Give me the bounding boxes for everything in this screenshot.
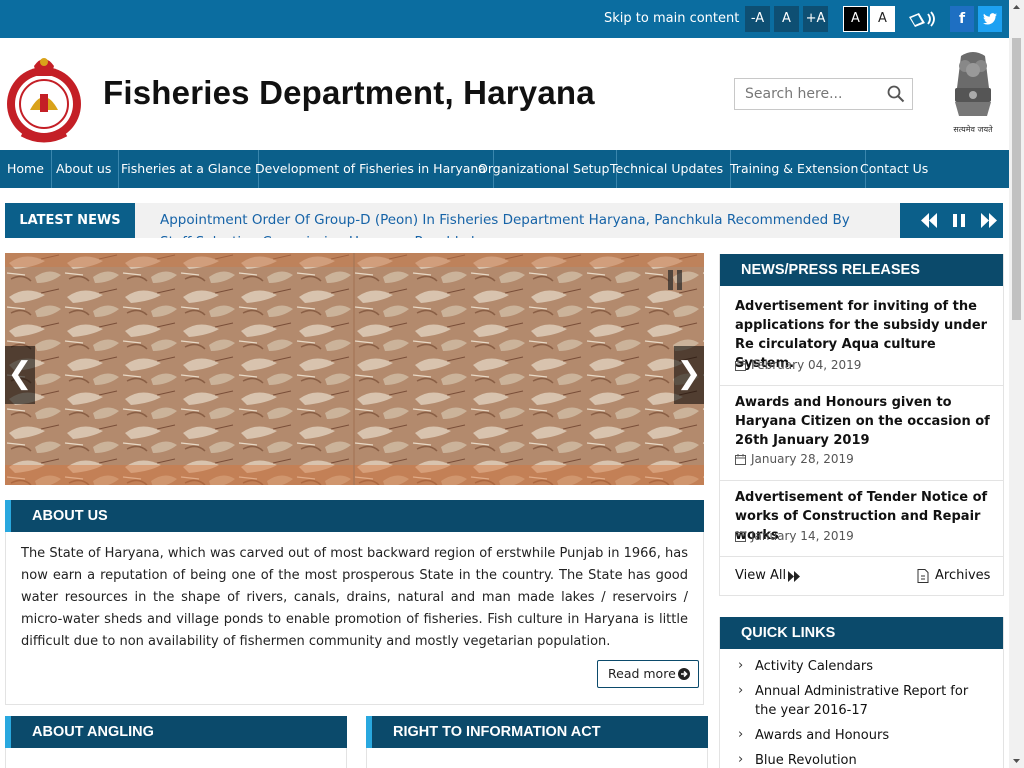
news-item-date: February 04, 2019 [751,358,862,372]
about-us-heading: ABOUT US [5,500,704,532]
chevron-right-icon: › [738,752,744,767]
site-header: Fisheries Department, Haryana सत्यमेव जय… [0,38,1009,150]
twitter-icon[interactable] [978,6,1002,32]
haryana-emblem-logo[interactable] [4,46,84,144]
archive-document-icon[interactable] [917,569,929,583]
rti-heading: RIGHT TO INFORMATION ACT [366,716,708,748]
calendar-icon [735,454,746,465]
high-contrast-button[interactable]: A [843,6,868,32]
arrow-circle-right-icon [678,668,690,680]
nav-training-extension[interactable]: Training & Extension [723,150,867,188]
nav-home[interactable]: Home [0,150,52,188]
quick-links-heading: QUICK LINKS [720,617,1003,649]
calendar-icon [735,531,746,542]
image-slider: ❮ ❯ [5,253,704,485]
archives-link[interactable]: Archives [935,568,990,583]
nav-about-us[interactable]: About us [49,150,120,188]
calendar-icon [735,360,746,371]
view-all-link[interactable]: View All [735,568,786,583]
scrollbar-thumb[interactable] [1012,38,1021,320]
double-chevron-right-icon[interactable] [787,570,801,583]
about-us-text: The State of Haryana, which was carved o… [21,546,688,649]
page-scrollbar[interactable] [1009,0,1024,768]
scroll-down-arrow-icon[interactable] [1009,753,1024,768]
search-icon[interactable] [887,85,905,103]
slider-pause-icon[interactable] [667,269,683,291]
news-press-heading: NEWS/PRESS RELEASES [720,254,1003,286]
news-item[interactable]: Advertisement of Tender Notice of works … [720,481,1003,557]
screen-reader-icon[interactable] [907,9,939,29]
about-angling-heading: ABOUT ANGLING [5,716,347,748]
read-more-label: Read more [608,666,676,681]
latest-news-bar: LATEST NEWS Appointment Order Of Group-D… [5,203,1003,238]
normal-contrast-button[interactable]: A [870,6,895,32]
search-input[interactable] [736,80,881,108]
news-item-title[interactable]: Awards and Honours given to Haryana Citi… [735,393,993,450]
ticker-pause-icon[interactable] [950,212,968,229]
facebook-icon[interactable]: f [950,6,974,32]
nav-organizational-setup[interactable]: Organizational Setup [471,150,618,188]
quick-link-activity-calendars[interactable]: Activity Calendars [755,657,990,676]
ticker-next-icon[interactable] [980,212,998,229]
nav-technical-updates[interactable]: Technical Updates [603,150,732,188]
ticker-previous-icon[interactable] [920,212,938,229]
slider-prev-button[interactable]: ❮ [5,346,35,404]
news-item[interactable]: Awards and Honours given to Haryana Citi… [720,386,1003,481]
india-emblem-logo: सत्यमेव जयते [953,52,993,134]
top-utility-bar: Skip to main content -A A +A A A f [0,0,1009,38]
font-decrease-button[interactable]: -A [745,6,770,32]
site-title[interactable]: Fisheries Department, Haryana [103,74,595,112]
news-item[interactable]: Advertisement for inviting of the applic… [720,288,1003,386]
font-normal-button[interactable]: A [774,6,799,32]
quick-link-blue-revolution[interactable]: Blue Revolution [755,751,990,768]
read-more-button[interactable]: Read more [597,660,699,688]
main-navigation: Home About us Fisheries at a Glance Deve… [0,150,1009,188]
ticker-controls [900,203,1003,238]
quick-link-awards-honours[interactable]: Awards and Honours [755,726,990,745]
nav-contact-us[interactable]: Contact Us [853,150,935,188]
search-box [734,78,913,110]
slider-image-shrimp [5,253,704,485]
font-increase-button[interactable]: +A [803,6,828,32]
skip-to-content-link[interactable]: Skip to main content [604,11,739,26]
news-item-date: January 14, 2019 [751,529,854,543]
news-item-date: January 28, 2019 [751,452,854,466]
india-emblem-caption: सत्यमेव जयते [953,124,993,134]
news-ticker-link[interactable]: Appointment Order Of Group-D (Peon) In F… [160,209,880,238]
nav-fisheries-at-a-glance[interactable]: Fisheries at a Glance [114,150,260,188]
chevron-right-icon: › [738,658,744,673]
chevron-right-icon: › [738,683,744,698]
scroll-up-arrow-icon[interactable] [1009,0,1024,15]
latest-news-label: LATEST NEWS [5,203,135,238]
nav-development-of-fisheries[interactable]: Development of Fisheries in Haryana [248,150,495,188]
chevron-right-icon: › [738,727,744,742]
slider-next-button[interactable]: ❯ [674,346,704,404]
quick-link-annual-report[interactable]: Annual Administrative Report for the yea… [755,682,990,720]
